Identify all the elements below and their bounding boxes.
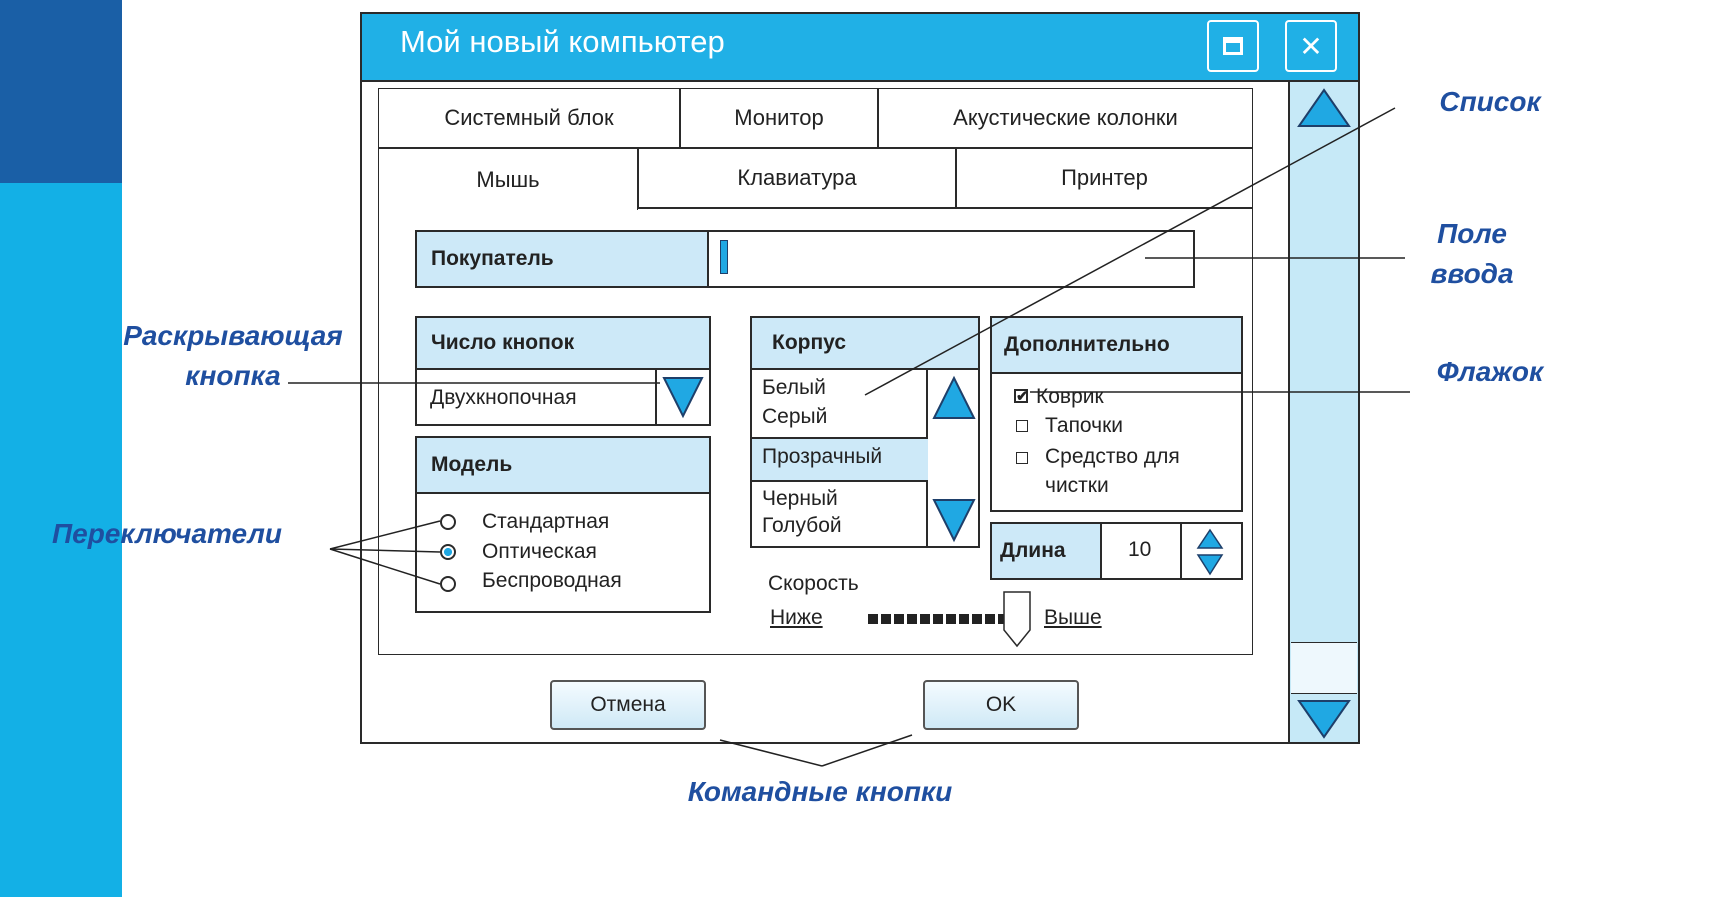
callout-checkbox: Флажок xyxy=(1436,356,1544,387)
callout-input-2: ввода xyxy=(1430,258,1514,289)
callout-lines xyxy=(288,107,1410,767)
tab-mouse[interactable]: Мышь xyxy=(378,148,638,210)
callout-commands: Командные кнопки xyxy=(687,776,953,807)
callout-dropdown-2: кнопка xyxy=(185,360,281,391)
callout-input-1: Поле xyxy=(1437,218,1507,249)
callout-list: Список xyxy=(1439,86,1541,117)
callout-dropdown-1: Раскрывающая xyxy=(123,320,343,351)
callout-radios: Переключатели xyxy=(51,518,282,549)
